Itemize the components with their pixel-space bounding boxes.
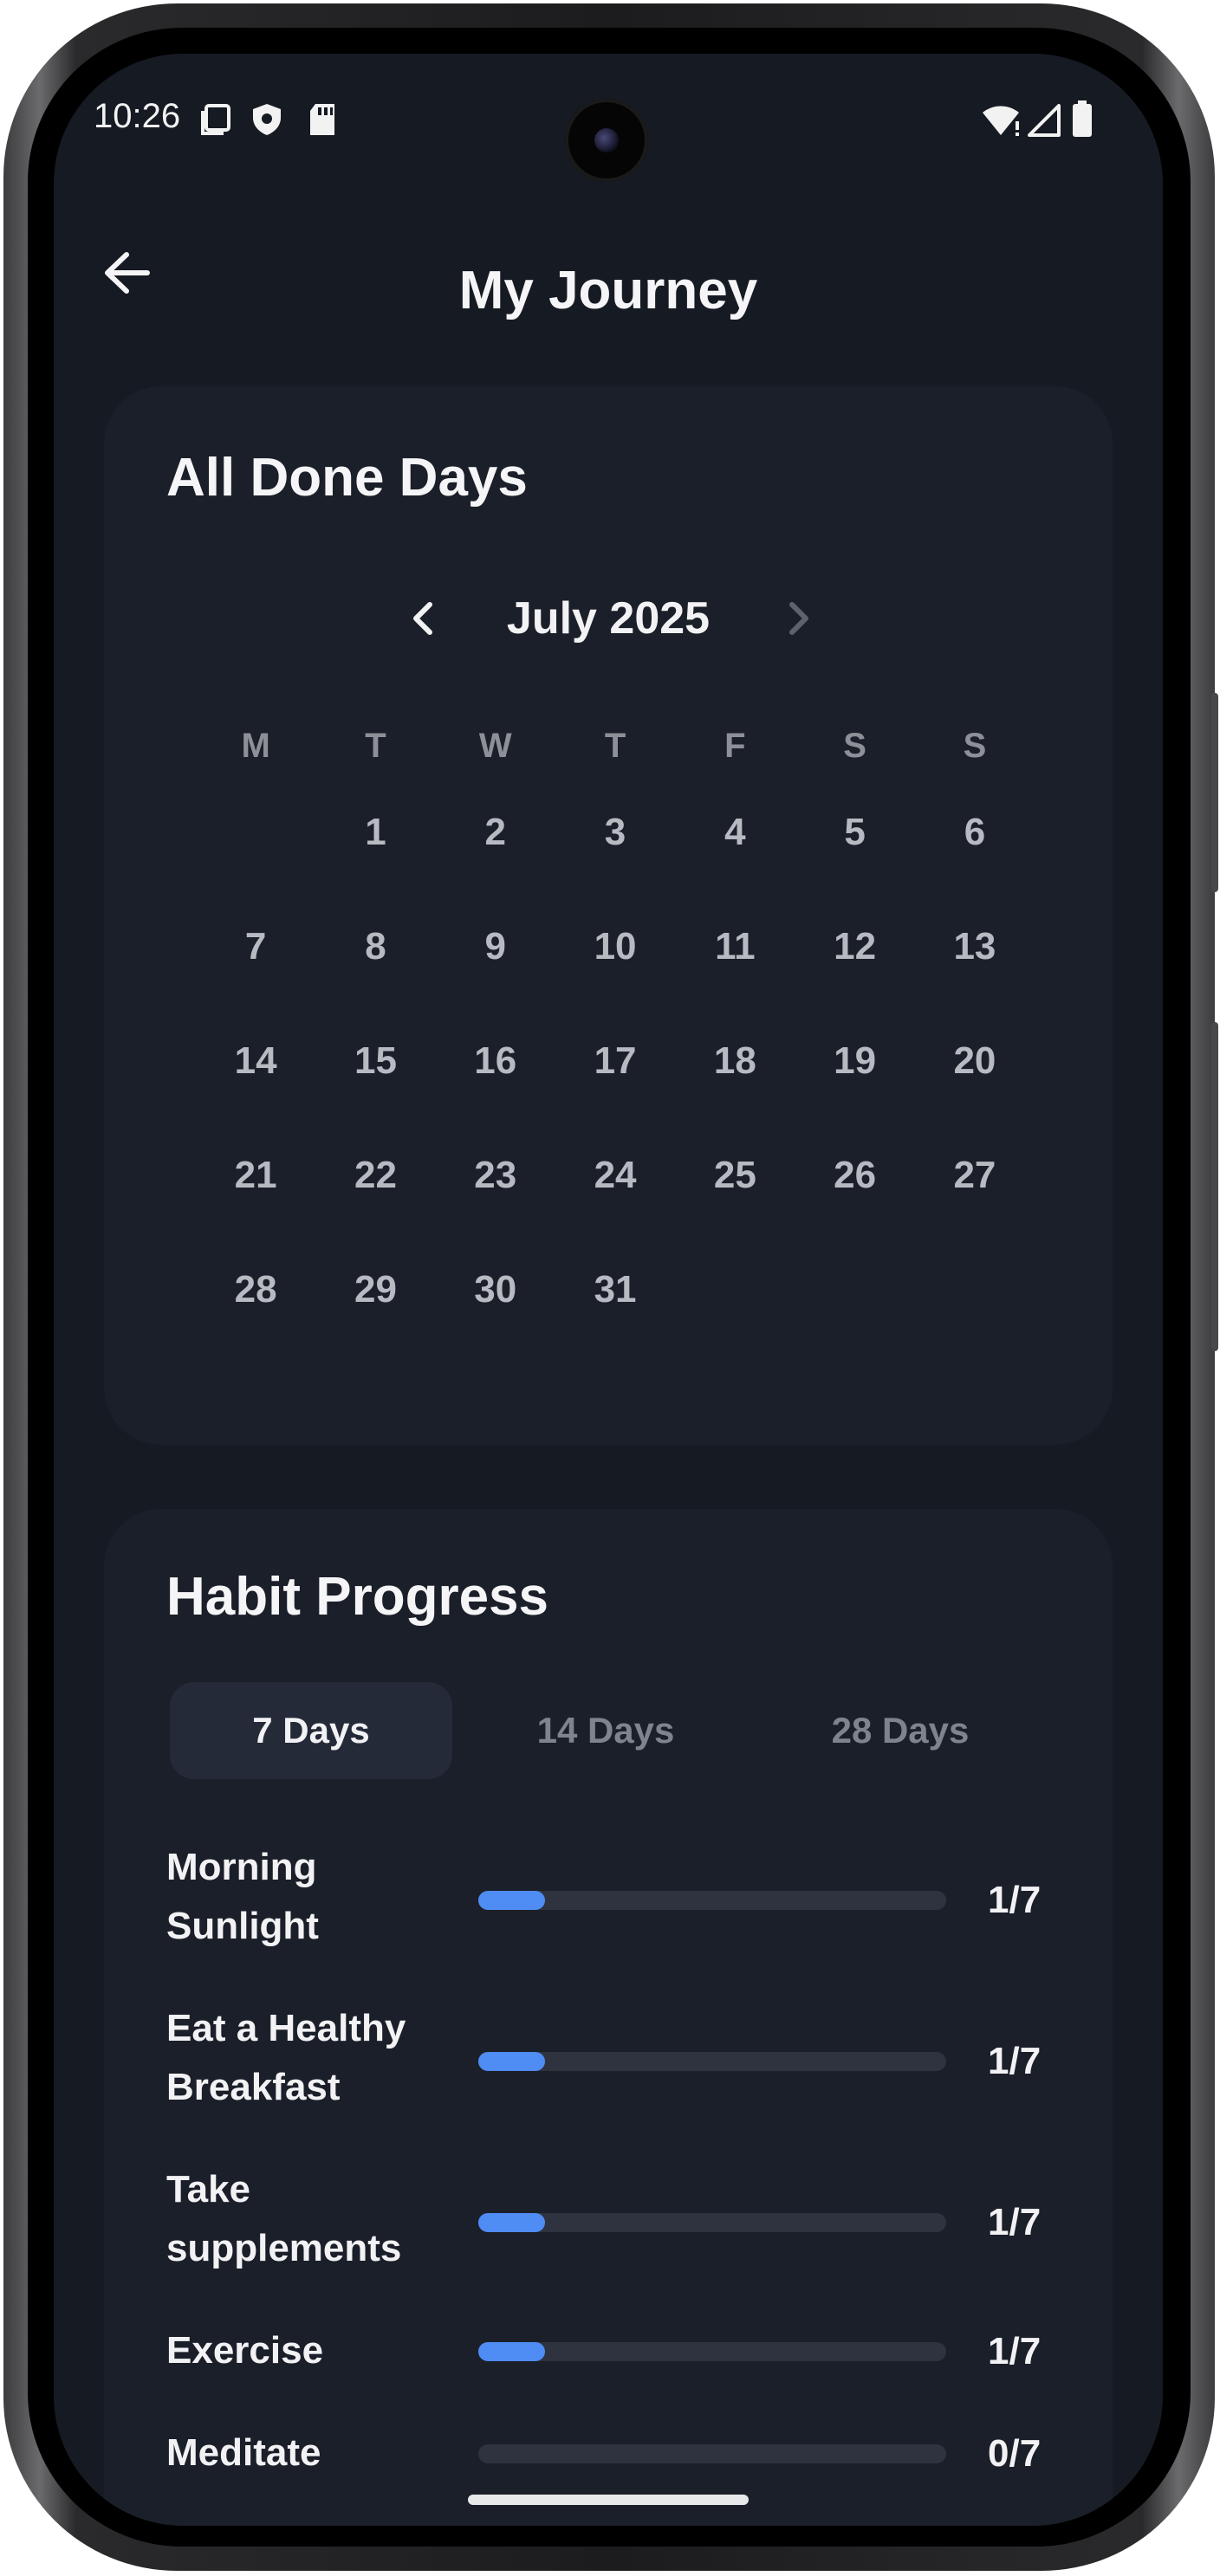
calendar-day[interactable]: 12: [795, 925, 914, 1039]
habit-name: Exercise: [166, 2329, 324, 2372]
chevron-right-icon[interactable]: [771, 592, 823, 644]
power-button: [1211, 693, 1218, 892]
weekday-label: T: [604, 727, 626, 765]
habit-count: 1/7: [988, 1879, 1042, 1921]
calendar-grid: M T W T F S S 1 2 3 4 5 6 7 8 9 10 11 12 13 14 15 16 17 18 19 20 21…: [196, 724, 1035, 1382]
habit-row: Exercise 1/7: [166, 2321, 1050, 2382]
range-tabs: 7 Days 14 Days 28 Days: [170, 1682, 1054, 1779]
calendar-day[interactable]: 16: [436, 1039, 555, 1154]
habit-row: Take supplements 1/7: [166, 2160, 1050, 2282]
habit-count: 0/7: [988, 2432, 1042, 2475]
habit-row: Meditate 0/7: [166, 2424, 1050, 2484]
habit-name: Morning Sunlight: [166, 1846, 319, 1947]
calendar-day[interactable]: 8: [315, 925, 435, 1039]
weekday-label: S: [963, 727, 987, 765]
habit-progress-card: Habit Progress 7 Days 14 Days 28 Days Mo…: [104, 1509, 1113, 2526]
habit-name: Take supplements: [166, 2168, 402, 2269]
weekday-label: T: [365, 727, 386, 765]
app-screen: 10:26 My Journey All Done Days July 2025…: [54, 54, 1163, 2526]
calendar-day[interactable]: 6: [915, 811, 1035, 925]
progress-bar-fill: [478, 1891, 546, 1910]
calendar-day[interactable]: 19: [795, 1039, 914, 1154]
calendar-blank-cell: [196, 811, 315, 925]
sd-card-icon: [310, 104, 334, 135]
calendar-day[interactable]: 10: [555, 925, 675, 1039]
calendar-day[interactable]: 17: [555, 1039, 675, 1154]
progress-bar-fill: [478, 2342, 546, 2361]
calendar-day[interactable]: 2: [436, 811, 555, 925]
calendar-day[interactable]: 20: [915, 1039, 1035, 1154]
habit-name: Eat a Healthy Breakfast: [166, 2007, 406, 2108]
progress-bar: [478, 2213, 946, 2232]
habit-count: 1/7: [988, 2040, 1042, 2082]
weekday-label: M: [241, 727, 270, 765]
month-navigator: July 2025: [104, 586, 1113, 655]
calendar-day[interactable]: 31: [555, 1268, 675, 1382]
weekday-label: W: [478, 727, 512, 765]
volume-button: [1211, 1022, 1218, 1351]
habit-count: 1/7: [988, 2330, 1042, 2372]
calendar-day[interactable]: 27: [915, 1154, 1035, 1268]
progress-bar-fill: [478, 2213, 546, 2232]
calendar-day[interactable]: 29: [315, 1268, 435, 1382]
calendar-day[interactable]: 15: [315, 1039, 435, 1154]
calendar-day[interactable]: 3: [555, 811, 675, 925]
calendar-day[interactable]: 1: [315, 811, 435, 925]
habit-count: 1/7: [988, 2201, 1042, 2243]
calendar-day[interactable]: 7: [196, 925, 315, 1039]
calendar-day[interactable]: 30: [436, 1268, 555, 1382]
habit-row: Morning Sunlight 1/7: [166, 1838, 1050, 1959]
calendar-day[interactable]: 23: [436, 1154, 555, 1268]
screenshot-icon: [201, 104, 230, 135]
habit-name: Meditate: [166, 2431, 321, 2474]
progress-bar: [478, 2052, 946, 2071]
calendar-day[interactable]: 24: [555, 1154, 675, 1268]
home-indicator[interactable]: [468, 2495, 749, 2505]
status-time: 10:26: [94, 97, 181, 135]
all-done-days-card: All Done Days July 2025 MTWTFSS123456789…: [104, 386, 1113, 1445]
weekday-label: F: [724, 727, 746, 765]
habit-progress-title: Habit Progress: [166, 1567, 549, 1627]
weekday-label: S: [843, 727, 866, 765]
tab-28-days[interactable]: 28 Days: [759, 1682, 1042, 1779]
calendar-day[interactable]: 22: [315, 1154, 435, 1268]
calendar-day[interactable]: 13: [915, 925, 1035, 1039]
calendar-day[interactable]: 4: [675, 811, 795, 925]
calendar-day[interactable]: 5: [795, 811, 914, 925]
progress-bar-fill: [478, 2052, 546, 2071]
wifi-icon: [983, 106, 1019, 136]
progress-bar: [478, 2342, 946, 2361]
tab-14-days[interactable]: 14 Days: [464, 1682, 747, 1779]
front-camera: [565, 99, 648, 182]
calendar-card-title: All Done Days: [166, 448, 528, 508]
calendar-day[interactable]: 28: [196, 1268, 315, 1382]
habit-row: Eat a Healthy Breakfast 1/7: [166, 1999, 1050, 2120]
progress-bar: [478, 2444, 946, 2463]
calendar-day[interactable]: 14: [196, 1039, 315, 1154]
progress-bar: [478, 1891, 946, 1910]
top-app-bar: My Journey: [54, 218, 1163, 322]
calendar-day[interactable]: 9: [436, 925, 555, 1039]
tab-7-days[interactable]: 7 Days: [170, 1682, 452, 1779]
calendar-day[interactable]: 25: [675, 1154, 795, 1268]
calendar-day[interactable]: 18: [675, 1039, 795, 1154]
status-bar: 10:26: [54, 54, 1163, 184]
shield-icon: [253, 104, 281, 135]
battery-icon: [1073, 100, 1092, 137]
page-title: My Journey: [458, 261, 758, 320]
calendar-day[interactable]: 21: [196, 1154, 315, 1268]
calendar-day[interactable]: 11: [675, 925, 795, 1039]
calendar-day[interactable]: 26: [795, 1154, 914, 1268]
month-label: July 2025: [506, 593, 711, 644]
signal-icon: [1028, 104, 1061, 137]
